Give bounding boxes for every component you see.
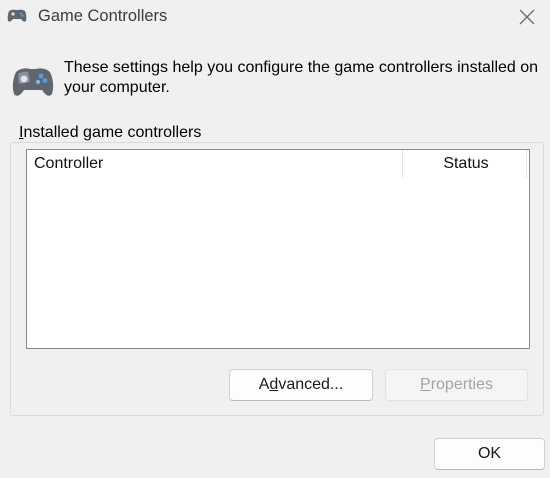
gamepad-icon bbox=[10, 62, 56, 102]
column-header-status[interactable]: Status bbox=[404, 150, 527, 178]
properties-label-post: roperties bbox=[430, 376, 493, 393]
list-header: Controller Status bbox=[27, 150, 529, 178]
group-label-text: nstalled game controllers bbox=[23, 124, 202, 141]
advanced-label-pre: A bbox=[258, 376, 270, 393]
title-bar: Game Controllers bbox=[0, 0, 550, 34]
advanced-button[interactable]: Advanced... bbox=[229, 369, 373, 401]
properties-label-mnemonic: P bbox=[420, 376, 431, 393]
ok-button[interactable]: OK bbox=[434, 438, 545, 470]
close-icon bbox=[519, 9, 535, 25]
gamepad-icon bbox=[6, 7, 28, 25]
advanced-label-post: vanced... bbox=[278, 376, 344, 393]
controllers-list[interactable]: Controller Status bbox=[26, 149, 530, 349]
column-header-controller[interactable]: Controller bbox=[27, 150, 403, 178]
close-button[interactable] bbox=[504, 0, 550, 34]
advanced-label-mnemonic: d bbox=[269, 376, 279, 393]
window-title: Game Controllers bbox=[38, 7, 168, 25]
intro-description: These settings help you configure the ga… bbox=[64, 59, 539, 96]
group-label: Installed game controllers bbox=[16, 124, 205, 142]
properties-button[interactable]: Properties bbox=[385, 369, 528, 401]
